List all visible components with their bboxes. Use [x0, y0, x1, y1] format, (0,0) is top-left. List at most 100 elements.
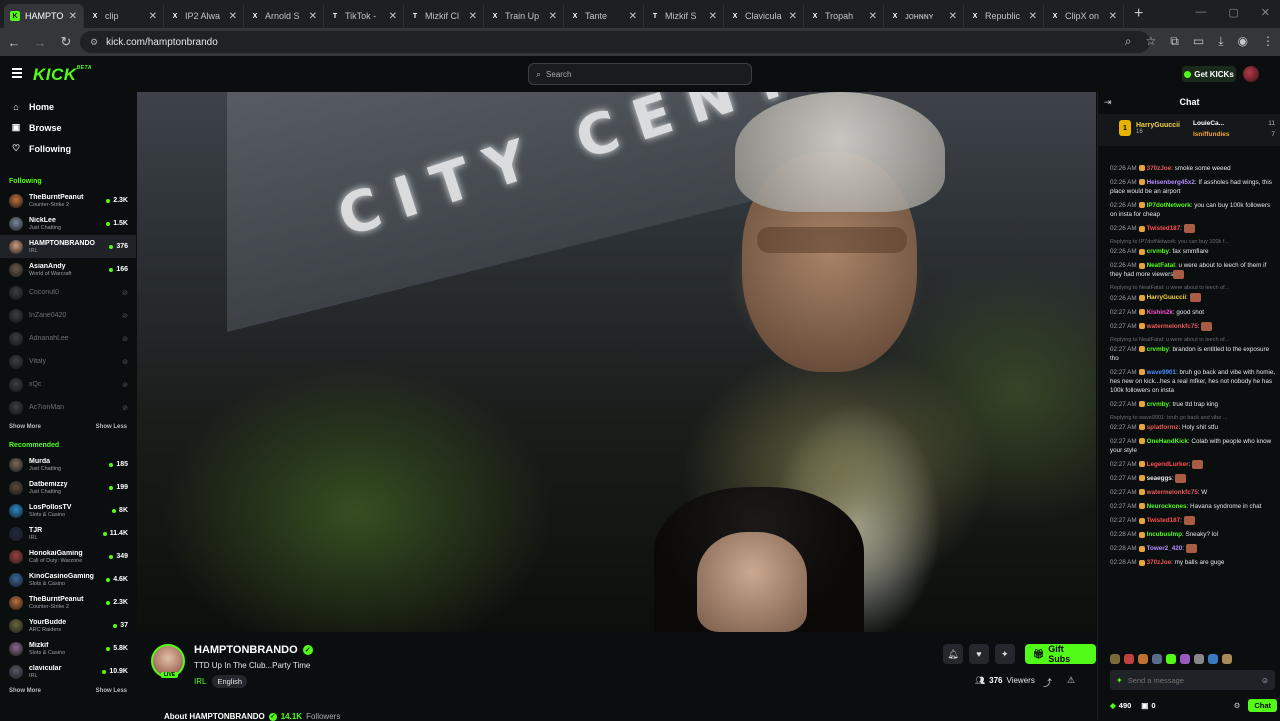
- stream-language-tag[interactable]: English: [212, 675, 248, 688]
- chat-username[interactable]: Tower2_420: [1147, 545, 1183, 552]
- browser-tab[interactable]: T Mizkif Cl ✕: [404, 4, 484, 28]
- browser-tab[interactable]: T Mizkif S ✕: [644, 4, 724, 28]
- video-player[interactable]: CITY CENTR: [137, 92, 1096, 632]
- kicks-balance[interactable]: ◆ 490: [1110, 701, 1131, 710]
- chat-username[interactable]: wave9901: [1147, 369, 1176, 376]
- maximize-icon[interactable]: ▢: [1228, 6, 1238, 19]
- close-tab-icon[interactable]: ✕: [709, 11, 717, 22]
- sidebar-channel[interactable]: KinoCasinoGaming Slots & Casino 4.6K: [0, 568, 136, 591]
- chat-username[interactable]: crvmby: [1147, 401, 1169, 408]
- sidebar-channel[interactable]: HAMPTONBRANDO IRL 376: [0, 235, 136, 258]
- chat-username[interactable]: 370zJoe: [1147, 165, 1172, 172]
- chat-username[interactable]: 370zJoe: [1147, 559, 1172, 566]
- close-tab-icon[interactable]: ✕: [229, 11, 237, 22]
- emoji-picker-icon[interactable]: ☺: [1261, 676, 1269, 685]
- menu-kebab-icon[interactable]: ⋮: [1262, 34, 1274, 49]
- sidebar-channel[interactable]: Vitaly ⊘: [0, 350, 136, 373]
- sparkle-icon[interactable]: ✦: [1116, 676, 1123, 685]
- subscribe-button[interactable]: ✦: [994, 644, 1015, 664]
- stream-category[interactable]: IRL: [194, 677, 206, 686]
- chat-username[interactable]: Twisted187: [1147, 225, 1180, 232]
- browser-tab[interactable]: Xclip ✕: [84, 4, 164, 28]
- sidebar-channel[interactable]: AsianAndy World of Warcraft 166: [0, 258, 136, 281]
- close-tab-icon[interactable]: ✕: [149, 11, 157, 22]
- share-icon[interactable]: ⤴: [1043, 676, 1052, 689]
- emote-icon[interactable]: [1110, 654, 1120, 664]
- sidebar-channel[interactable]: NickLee Just Chatting 1.5K: [0, 212, 136, 235]
- browser-tab[interactable]: X Train Up ✕: [484, 4, 564, 28]
- sidebar-channel[interactable]: Ac7ionMan ⊘: [0, 396, 136, 419]
- sidebar-channel[interactable]: YourBudde ARC Raiders 37: [0, 614, 136, 637]
- close-window-icon[interactable]: ✕: [1261, 6, 1270, 19]
- notification-bell-button[interactable]: 🔔︎: [943, 644, 963, 664]
- nav-browse[interactable]: ▣ Browse: [0, 117, 136, 138]
- browser-tab[interactable]: X ClipX on ✕: [1044, 4, 1124, 28]
- chat-username[interactable]: LegendLurker: [1147, 461, 1189, 468]
- show-more-button[interactable]: Show More: [9, 424, 41, 430]
- browser-tab[interactable]: X Tante ✕: [564, 4, 644, 28]
- close-tab-icon[interactable]: ✕: [949, 11, 957, 22]
- show-less-button[interactable]: Show Less: [96, 424, 127, 430]
- chat-username[interactable]: Twisted187: [1147, 517, 1180, 524]
- sidebar-channel[interactable]: Mizkif Slots & Casino 5.8K: [0, 637, 136, 660]
- close-tab-icon[interactable]: ✕: [869, 11, 877, 22]
- show-more-button[interactable]: Show More: [9, 688, 41, 694]
- forward-icon[interactable]: →: [28, 35, 52, 50]
- close-tab-icon[interactable]: ✕: [1109, 11, 1117, 22]
- chat-username[interactable]: crvmby: [1147, 248, 1169, 255]
- chat-leaderboard[interactable]: 1 HarryGuuccii 16 LouieCa... 11 Isniffund…: [1098, 114, 1280, 146]
- sidebar-channel[interactable]: TJR IRL 11.4K: [0, 522, 136, 545]
- reload-icon[interactable]: ↻: [54, 34, 78, 50]
- channel-points[interactable]: ▣ 0: [1141, 701, 1155, 710]
- back-icon[interactable]: ←: [2, 35, 26, 50]
- nav-home[interactable]: ⌂ Home: [0, 96, 136, 117]
- chat-username[interactable]: HarryGuuccii: [1147, 295, 1187, 302]
- url-field[interactable]: ⚙ kick.com/hamptonbrando: [80, 31, 1150, 53]
- chat-username[interactable]: seaeggs: [1147, 475, 1172, 482]
- sidebar-channel[interactable]: InZane0420 ⊘: [0, 304, 136, 327]
- chat-username[interactable]: Kishin2k: [1147, 309, 1173, 316]
- sidepanel-icon[interactable]: ▭: [1193, 34, 1204, 49]
- hamburger-menu-icon[interactable]: [12, 68, 22, 78]
- chat-username[interactable]: IncubusImp: [1147, 531, 1182, 538]
- browser-tab[interactable]: T TikTok - ✕: [324, 4, 404, 28]
- streamer-name[interactable]: HAMPTONBRANDO ✓: [194, 644, 313, 656]
- chat-username[interactable]: Heisenberg45x2: [1147, 179, 1195, 186]
- chat-input-box[interactable]: ✦ ☺: [1110, 670, 1275, 690]
- chat-send-button[interactable]: Chat: [1248, 698, 1277, 712]
- browser-tab[interactable]: Xᴊᴏʜɴɴʏ ✕: [884, 4, 964, 28]
- sidebar-channel[interactable]: LosPollosTV Slots & Casino 8K: [0, 499, 136, 522]
- browser-tab[interactable]: X IP2 Alwa ✕: [164, 4, 244, 28]
- extensions-icon[interactable]: ⧉: [1170, 34, 1179, 49]
- show-less-button[interactable]: Show Less: [96, 688, 127, 694]
- chat-settings-icon[interactable]: ⚙: [1234, 701, 1241, 710]
- bookmark-star-icon[interactable]: ☆: [1146, 34, 1157, 49]
- browser-tab[interactable]: K HAMPTO ✕: [4, 4, 84, 28]
- chat-username[interactable]: IP7dotNetwork: [1147, 202, 1191, 209]
- sidebar-channel[interactable]: Murda Just Chatting 185: [0, 453, 136, 476]
- close-tab-icon[interactable]: ✕: [389, 11, 397, 22]
- close-tab-icon[interactable]: ✕: [469, 11, 477, 22]
- user-avatar[interactable]: [1243, 66, 1259, 82]
- chat-username[interactable]: splatformz: [1147, 424, 1179, 431]
- emote-icon[interactable]: [1180, 654, 1190, 664]
- sidebar-channel[interactable]: TheBurntPeanut Counter-Strike 2 2.3K: [0, 189, 136, 212]
- sidebar-channel[interactable]: Datbemizzy Just Chatting 199: [0, 476, 136, 499]
- gift-subs-button[interactable]: 🎁︎ Gift Subs: [1024, 644, 1096, 664]
- sidebar-channel[interactable]: AdrianahLee ⊘: [0, 327, 136, 350]
- browser-tab[interactable]: X Republic ✕: [964, 4, 1044, 28]
- new-tab-icon[interactable]: +: [1134, 5, 1143, 23]
- close-tab-icon[interactable]: ✕: [69, 11, 77, 22]
- close-tab-icon[interactable]: ✕: [1029, 11, 1037, 22]
- close-tab-icon[interactable]: ✕: [309, 11, 317, 22]
- get-kicks-button[interactable]: Get KICKs: [1182, 66, 1236, 82]
- download-icon[interactable]: ⤓: [1218, 34, 1223, 49]
- search-input[interactable]: ⌕ Search: [528, 63, 752, 85]
- chat-message-input[interactable]: [1127, 675, 1261, 685]
- report-icon[interactable]: ⚠: [1067, 675, 1075, 686]
- chat-username[interactable]: watermelonkfc75: [1147, 323, 1198, 330]
- sidebar-channel[interactable]: Coconut0 ⊘: [0, 281, 136, 304]
- chat-username[interactable]: Neurockones: [1147, 503, 1187, 510]
- profile-icon[interactable]: ◉: [1238, 34, 1248, 49]
- nav-following[interactable]: ♡ Following: [0, 138, 136, 159]
